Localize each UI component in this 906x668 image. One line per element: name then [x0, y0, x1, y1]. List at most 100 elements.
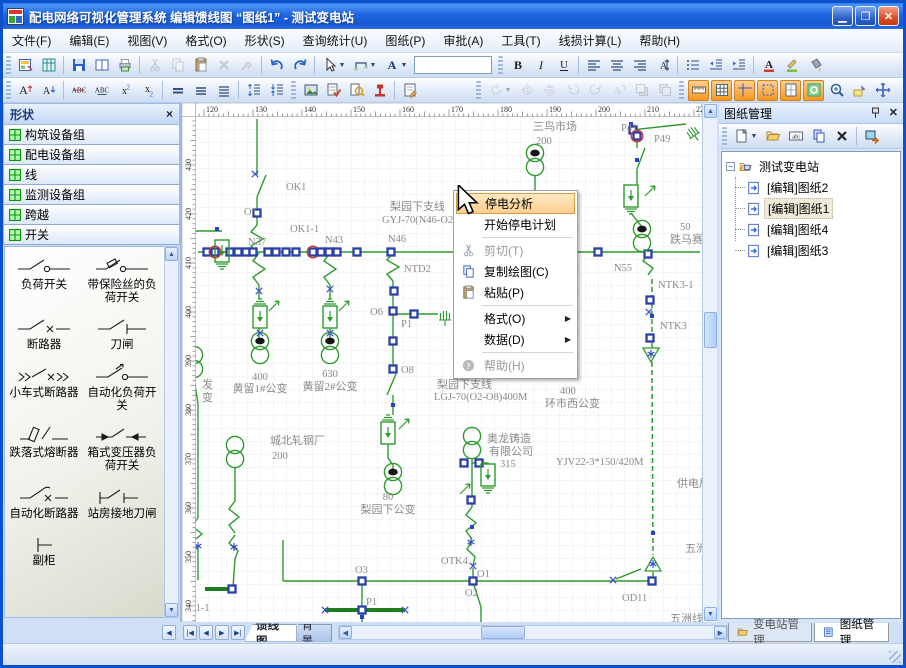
grid-icon[interactable]: [711, 80, 732, 101]
menu-9[interactable]: 工具(T): [492, 29, 549, 52]
menu-8[interactable]: 审批(A): [434, 29, 492, 52]
scroll-down-icon[interactable]: ▼: [165, 603, 178, 617]
scroll-up-icon[interactable]: ▲: [704, 104, 717, 118]
open-folder-icon[interactable]: [762, 126, 783, 147]
new-page-icon[interactable]: ▼: [731, 126, 760, 147]
cut-icon[interactable]: [144, 55, 165, 76]
connector-icon[interactable]: ▼: [350, 55, 379, 76]
page-setup-icon[interactable]: [780, 80, 801, 101]
shape-item[interactable]: 站房接地刀闸: [83, 484, 161, 521]
outdent-icon[interactable]: [705, 55, 726, 76]
panel-tab-2[interactable]: 图纸管理: [814, 623, 889, 642]
shape-item[interactable]: 刀闸: [83, 315, 161, 352]
tree-item-drawing-1[interactable]: [编辑]图纸2: [722, 177, 900, 198]
bullets-icon[interactable]: [682, 55, 703, 76]
toolbar-grip[interactable]: [498, 56, 503, 75]
print-icon[interactable]: [114, 55, 135, 76]
shape-item[interactable]: 小车式断路器: [5, 363, 83, 413]
menu-3[interactable]: 视图(V): [118, 29, 176, 52]
shape-item[interactable]: 副柜: [5, 531, 83, 568]
paste-icon[interactable]: [190, 55, 211, 76]
vspace-dec-icon[interactable]: [266, 80, 287, 101]
copy-icon[interactable]: [167, 55, 188, 76]
toolbar-grip[interactable]: [476, 81, 481, 100]
space-eq3-icon[interactable]: [213, 80, 234, 101]
shape-group-3[interactable]: 线: [3, 165, 180, 185]
scroll-left-icon[interactable]: ◀: [339, 626, 352, 639]
shape-item[interactable]: 负荷开关: [5, 255, 83, 305]
shape-item[interactable]: 自动化断路器: [5, 484, 83, 521]
picture-icon[interactable]: [300, 80, 321, 101]
diagram-canvas[interactable]: 三鸟市场200P41P4950跌马赛公变OK1O1OK1-1梨园下支线GYJ-7…: [182, 103, 702, 622]
abc-strike-icon[interactable]: ABC: [68, 80, 89, 101]
pin-icon[interactable]: [868, 106, 883, 120]
menu-5[interactable]: 形状(S): [236, 29, 294, 52]
toolbar-grip[interactable]: [679, 81, 684, 100]
context-menu-item-11[interactable]: ?帮助(H): [456, 355, 575, 376]
shape-item[interactable]: 带保险丝的负荷开关: [83, 255, 161, 305]
menu-4[interactable]: 格式(O): [176, 29, 235, 52]
export-view-icon[interactable]: [861, 126, 882, 147]
rename-abl-icon[interactable]: ab|: [785, 126, 806, 147]
undo-icon[interactable]: [266, 55, 287, 76]
menu-10[interactable]: 线损计算(L): [550, 29, 631, 52]
toolbar-grip[interactable]: [6, 56, 11, 75]
tree-item-drawing-2[interactable]: [编辑]图纸1: [722, 198, 900, 219]
zoom-in-icon[interactable]: [826, 80, 847, 101]
context-menu-item-4[interactable]: 剪切(T): [456, 240, 575, 261]
shapes-close-icon[interactable]: ×: [166, 107, 173, 121]
menu-11[interactable]: 帮助(H): [630, 29, 689, 52]
highlight-icon[interactable]: [781, 55, 802, 76]
scroll-up-icon[interactable]: ▲: [165, 247, 178, 261]
shapes-scrollbar[interactable]: ▲ ▼: [164, 246, 179, 618]
toolbar-grip[interactable]: [6, 81, 11, 100]
broom-icon[interactable]: [236, 55, 257, 76]
copy-pages-icon[interactable]: [808, 126, 829, 147]
title-bar[interactable]: 配电网络可视化管理系统 编辑馈线图 “图纸1” - 测试变电站 ▁ ❐ ✕: [3, 3, 903, 29]
stamp-icon[interactable]: [369, 80, 390, 101]
note-icon[interactable]: [399, 80, 420, 101]
book-icon[interactable]: [91, 55, 112, 76]
context-menu-item-6[interactable]: 粘贴(P): [456, 282, 575, 303]
minimize-button[interactable]: ▁: [832, 6, 853, 26]
canvas-hscrollbar[interactable]: ◀ ▶: [338, 625, 728, 640]
menu-7[interactable]: 图纸(P): [376, 29, 434, 52]
subscript-icon[interactable]: x2: [137, 80, 158, 101]
align-left-icon[interactable]: [583, 55, 604, 76]
indent-icon[interactable]: [728, 55, 749, 76]
font-a-icon[interactable]: A▼: [381, 55, 410, 76]
find-shape-icon[interactable]: [346, 80, 367, 101]
context-menu-item-5[interactable]: 复制绘图(C): [456, 261, 575, 282]
resize-grip[interactable]: [889, 651, 901, 663]
save-icon[interactable]: [68, 55, 89, 76]
rotate-left-icon[interactable]: [562, 80, 583, 101]
scroll-down-icon[interactable]: ▼: [704, 607, 717, 621]
vscroll-thumb[interactable]: [704, 312, 717, 348]
toolbar-text-input[interactable]: [414, 56, 492, 74]
panel-tab-1[interactable]: 变电站管理: [728, 623, 813, 642]
page-prev-icon[interactable]: ◀: [199, 625, 213, 640]
shape-item[interactable]: 箱式变压器负荷开关: [83, 423, 161, 473]
bring-front-icon[interactable]: [631, 80, 652, 101]
rotate-right-icon[interactable]: [585, 80, 606, 101]
shape-group-5[interactable]: 跨越: [3, 205, 180, 225]
vspace-inc-icon[interactable]: [243, 80, 264, 101]
format-hand-icon[interactable]: [849, 80, 870, 101]
space-eq1-icon[interactable]: [167, 80, 188, 101]
pointer-icon[interactable]: ▼: [319, 55, 348, 76]
approve-icon[interactable]: [323, 80, 344, 101]
abc-under-icon[interactable]: ABC: [91, 80, 112, 101]
page-tab-1[interactable]: 馈线图: [245, 624, 297, 642]
vertical-text-icon[interactable]: A: [652, 55, 673, 76]
calc-grid-icon[interactable]: [38, 55, 59, 76]
font-down-icon[interactable]: A: [38, 80, 59, 101]
menu-6[interactable]: 查询统计(U): [294, 29, 377, 52]
context-menu-item-8[interactable]: 格式(O)▶: [456, 308, 575, 329]
pan-window-icon[interactable]: [803, 80, 824, 101]
fill-color-icon[interactable]: [804, 55, 825, 76]
shape-group-6[interactable]: 开关: [3, 225, 180, 245]
tree-item-drawing-3[interactable]: [编辑]图纸4: [722, 219, 900, 240]
context-menu-item-9[interactable]: 数据(D)▶: [456, 329, 575, 350]
tree-item-drawing-4[interactable]: [编辑]图纸3: [722, 240, 900, 261]
page-next-icon[interactable]: ▶: [215, 625, 229, 640]
